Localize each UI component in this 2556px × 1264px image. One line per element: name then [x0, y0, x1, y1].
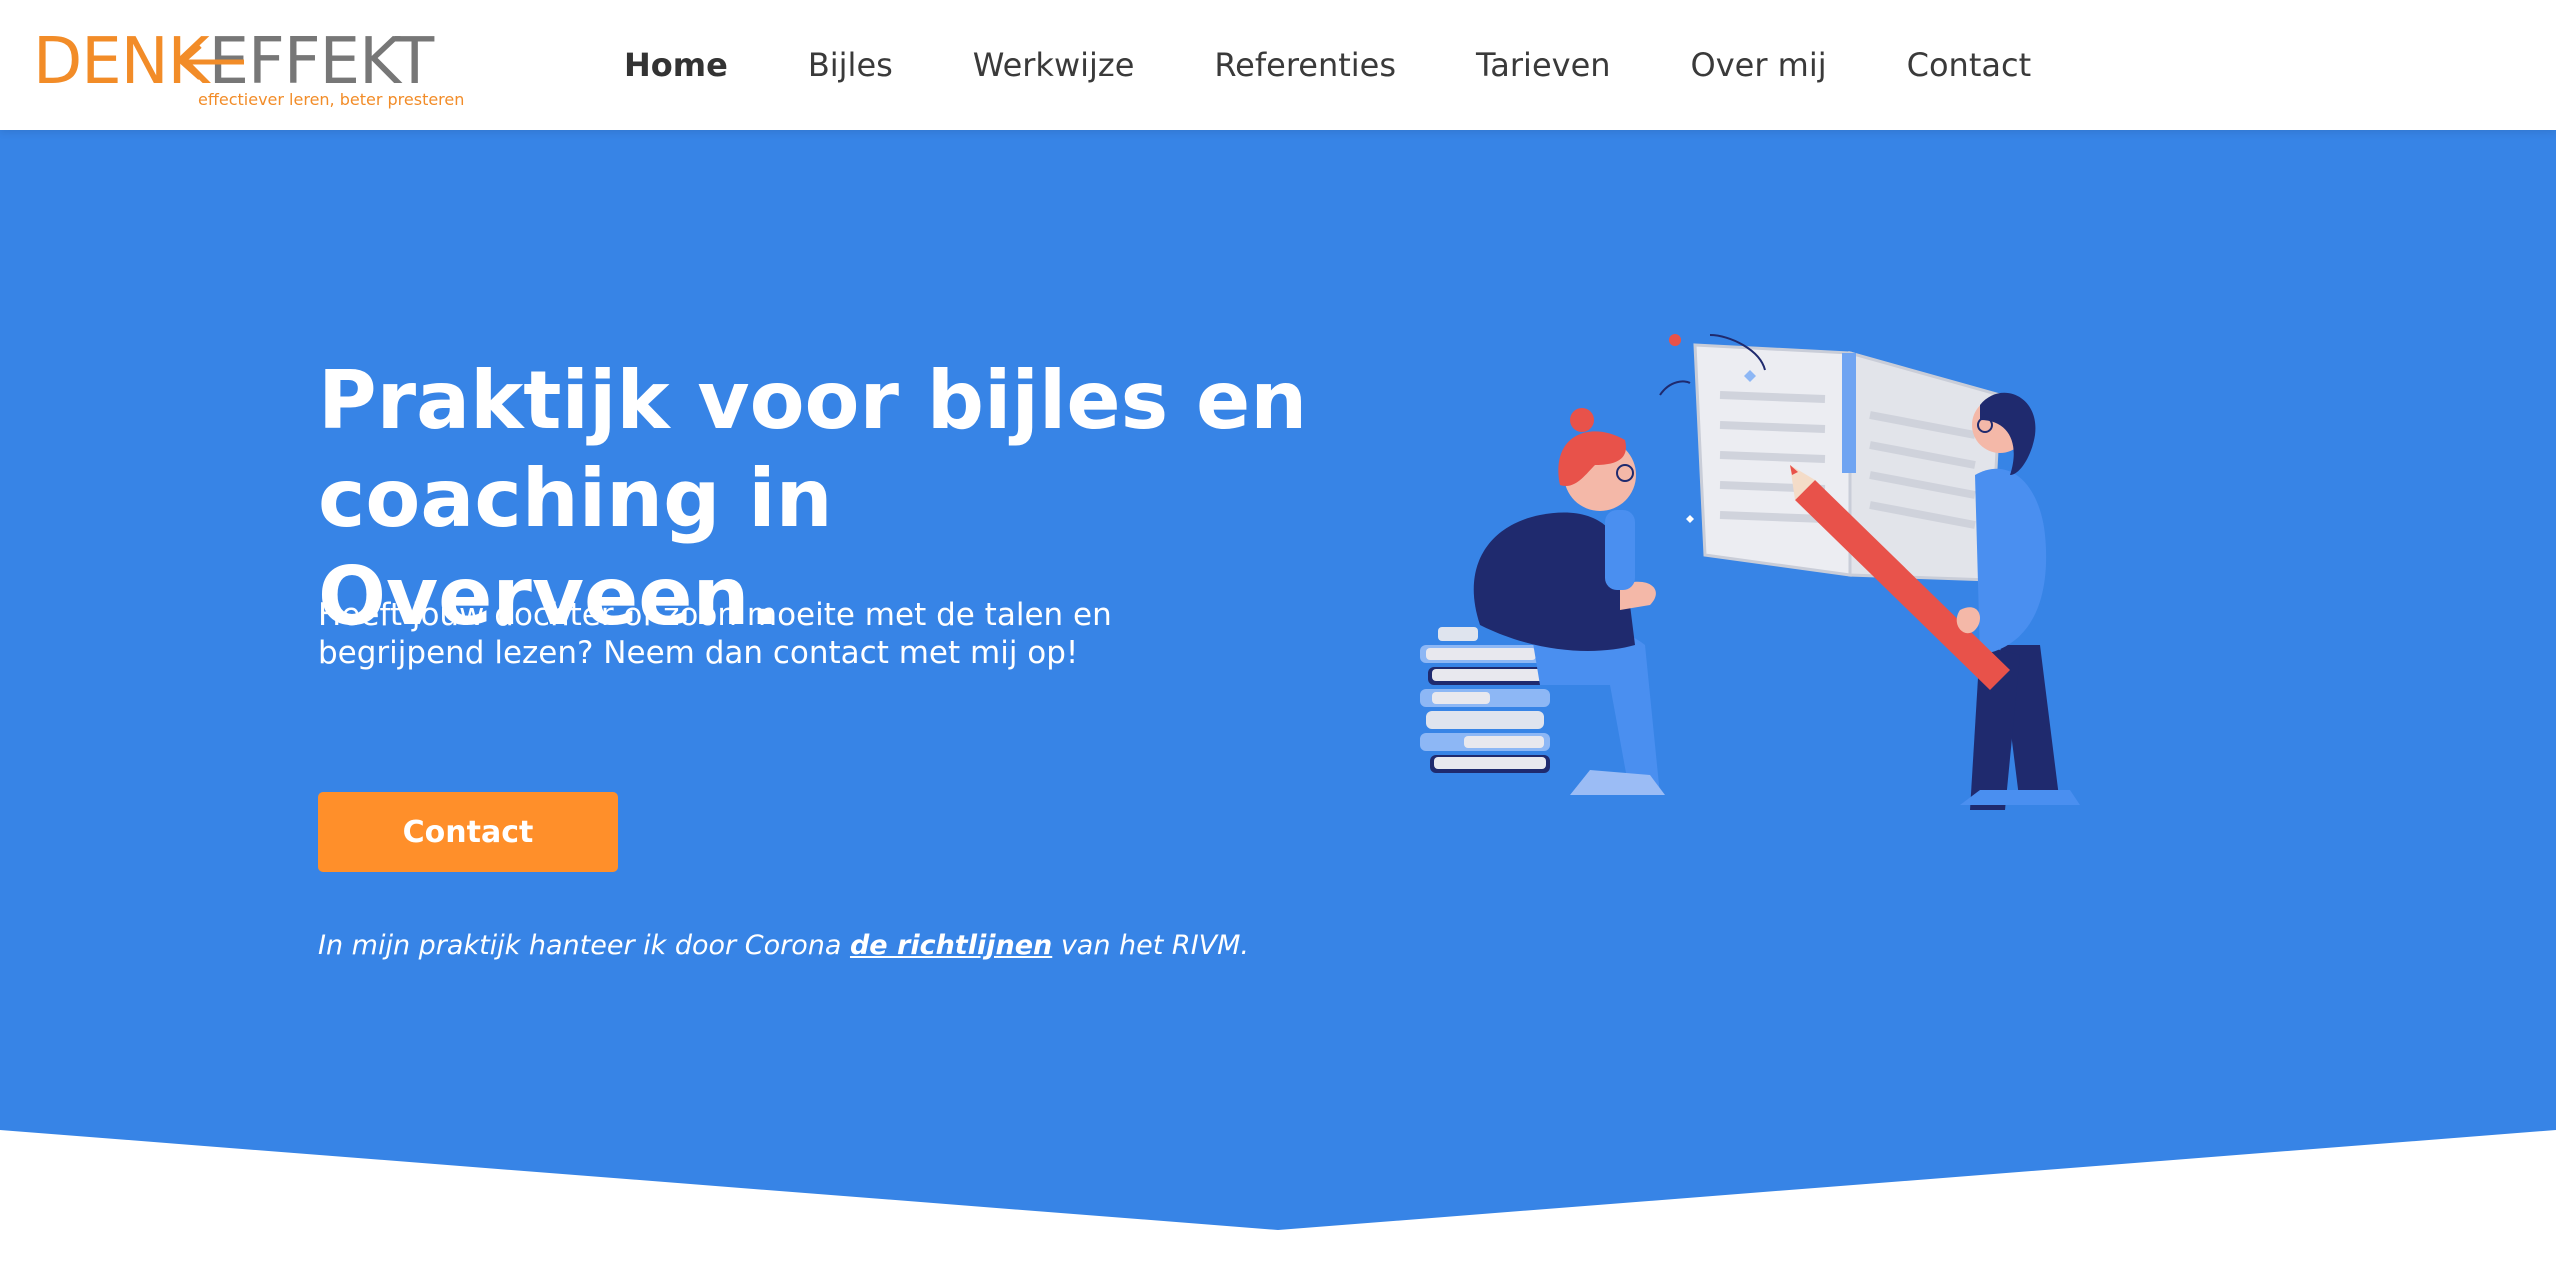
guidelines-link[interactable]: de richtlijnen — [850, 930, 1052, 961]
logo[interactable]: DENKEFFEKT effectiever leren, beter pres… — [33, 30, 464, 110]
site-header: DENKEFFEKT effectiever leren, beter pres… — [0, 0, 2556, 130]
nav-item-contact[interactable]: Contact — [1867, 46, 2072, 84]
hero-illustration — [1420, 334, 2080, 810]
logo-arrow-icon — [178, 44, 244, 80]
nav-item-home[interactable]: Home — [584, 46, 768, 84]
contact-button[interactable]: Contact — [318, 792, 618, 872]
logo-tagline: effectiever leren, beter presteren — [198, 90, 465, 109]
corona-note-suffix: van het RIVM. — [1052, 930, 1249, 961]
main-nav: Home Bijles Werkwijze Referenties Tariev… — [584, 0, 2071, 130]
nav-item-bijles[interactable]: Bijles — [768, 46, 933, 84]
nav-item-over-mij[interactable]: Over mij — [1651, 46, 1867, 84]
hero-title-line1: Praktijk voor bijles en — [318, 354, 1308, 447]
hero-subtitle-line2: begrijpend lezen? Neem dan contact met m… — [318, 635, 1079, 671]
nav-item-tarieven[interactable]: Tarieven — [1436, 46, 1651, 84]
nav-item-referenties[interactable]: Referenties — [1174, 46, 1436, 84]
corona-note: In mijn praktijk hanteer ik door Corona … — [318, 930, 1318, 961]
hero-subtitle: Heeft jouw dochter of zoon moeite met de… — [318, 596, 1178, 672]
hero-subtitle-line1: Heeft jouw dochter of zoon moeite met de… — [318, 597, 1112, 633]
book-stack — [1420, 627, 1552, 773]
nav-item-werkwijze[interactable]: Werkwijze — [933, 46, 1175, 84]
corona-note-prefix: In mijn praktijk hanteer ik door Corona — [318, 930, 850, 961]
hero-background — [0, 130, 2556, 1230]
hero-section: Praktijk voor bijles en coaching in Over… — [0, 130, 2556, 1264]
